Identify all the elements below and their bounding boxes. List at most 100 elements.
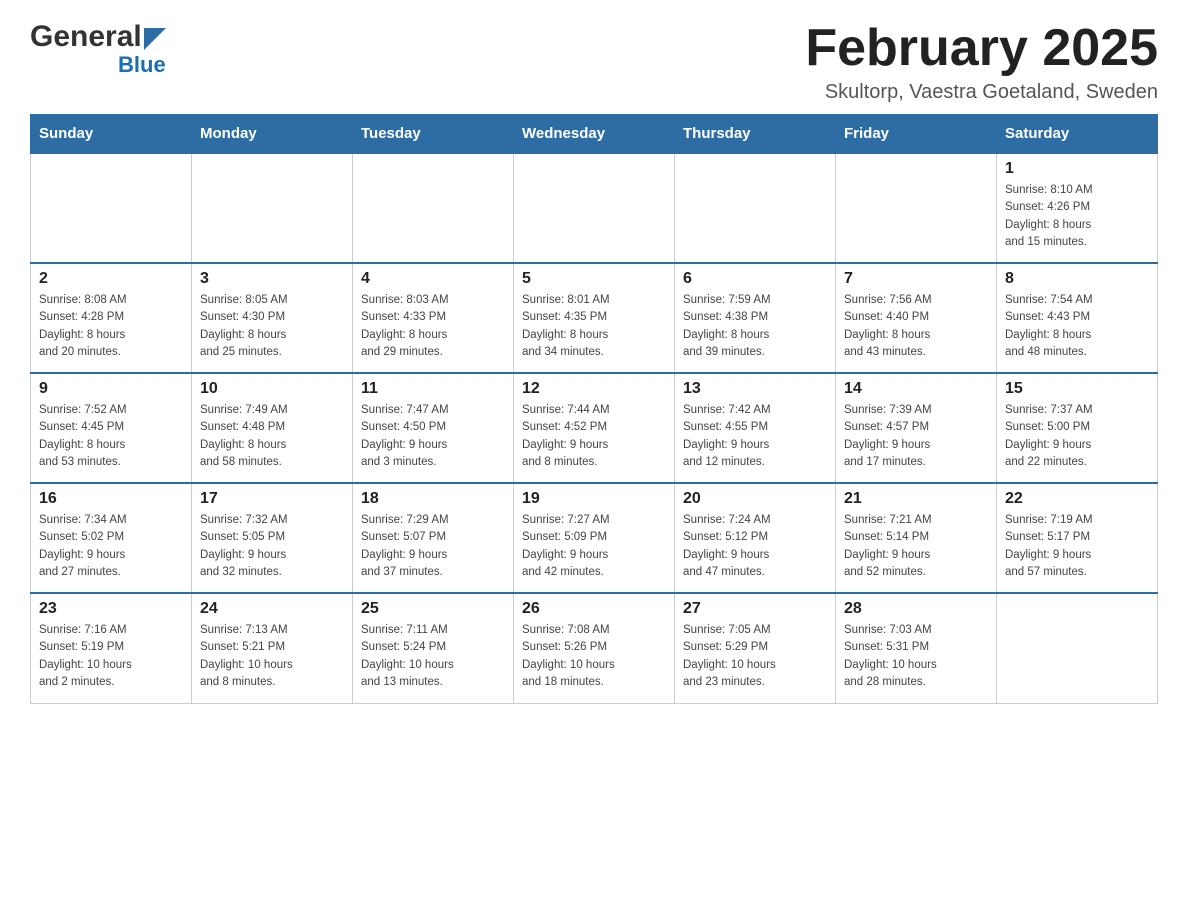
day-number: 26: [522, 600, 666, 618]
day-number: 19: [522, 490, 666, 508]
day-number: 12: [522, 380, 666, 398]
day-number: 17: [200, 490, 344, 508]
calendar-cell: 8Sunrise: 7:54 AMSunset: 4:43 PMDaylight…: [997, 263, 1158, 373]
day-info: Sunrise: 7:59 AMSunset: 4:38 PMDaylight:…: [683, 292, 827, 361]
day-number: 9: [39, 380, 183, 398]
day-info: Sunrise: 7:11 AMSunset: 5:24 PMDaylight:…: [361, 622, 505, 691]
calendar-cell: [31, 153, 192, 263]
day-number: 16: [39, 490, 183, 508]
calendar-cell: 20 Sunrise: 7:24 AMSunset: 5:12 PMDayligh…: [675, 483, 836, 593]
day-info: Sunrise: 7:47 AMSunset: 4:50 PMDaylight:…: [361, 402, 505, 471]
day-info: Sunrise: 7:42 AMSunset: 4:55 PMDaylight:…: [683, 402, 827, 471]
day-info: Sunrise: 7:37 AMSunset: 5:00 PMDaylight:…: [1005, 402, 1149, 471]
calendar-cell: 18 Sunrise: 7:29 AMSunset: 5:07 PMDayligh…: [353, 483, 514, 593]
calendar-cell: 6 Sunrise: 7:59 AMSunset: 4:38 PMDaylight…: [675, 263, 836, 373]
col-wednesday: Wednesday: [514, 115, 675, 154]
day-info: Sunrise: 7:39 AMSunset: 4:57 PMDaylight:…: [844, 402, 988, 471]
calendar-cell: 5Sunrise: 8:01 AMSunset: 4:35 PMDaylight…: [514, 263, 675, 373]
calendar-cell: 12 Sunrise: 7:44 AMSunset: 4:52 PMDayligh…: [514, 373, 675, 483]
day-info: Sunrise: 7:54 AMSunset: 4:43 PMDaylight:…: [1005, 292, 1149, 361]
day-info: Sunrise: 7:32 AMSunset: 5:05 PMDaylight:…: [200, 512, 344, 581]
title-block: February 2025 Skultorp, Vaestra Goetalan…: [805, 20, 1158, 104]
calendar-cell: [192, 153, 353, 263]
location-text: Skultorp, Vaestra Goetaland, Sweden: [805, 81, 1158, 104]
day-number: 23: [39, 600, 183, 618]
calendar-cell: 19 Sunrise: 7:27 AMSunset: 5:09 PMDayligh…: [514, 483, 675, 593]
week-row-2: 9 Sunrise: 7:52 AMSunset: 4:45 PMDaylight…: [31, 373, 1158, 483]
day-info: Sunrise: 7:24 AMSunset: 5:12 PMDaylight:…: [683, 512, 827, 581]
day-number: 24: [200, 600, 344, 618]
calendar-cell: [675, 153, 836, 263]
day-number: 28: [844, 600, 988, 618]
calendar-cell: 2Sunrise: 8:08 AMSunset: 4:28 PMDaylight…: [31, 263, 192, 373]
day-number: 13: [683, 380, 827, 398]
day-info: Sunrise: 8:10 AMSunset: 4:26 PMDaylight:…: [1005, 182, 1149, 251]
calendar-cell: [514, 153, 675, 263]
day-info: Sunrise: 7:29 AMSunset: 5:07 PMDaylight:…: [361, 512, 505, 581]
logo-triangle: [144, 28, 166, 50]
day-info: Sunrise: 7:44 AMSunset: 4:52 PMDaylight:…: [522, 402, 666, 471]
col-friday: Friday: [836, 115, 997, 154]
day-number: 1: [1005, 160, 1149, 178]
day-info: Sunrise: 7:52 AMSunset: 4:45 PMDaylight:…: [39, 402, 183, 471]
calendar-header-row: Sunday Monday Tuesday Wednesday Thursday…: [31, 115, 1158, 154]
calendar-cell: 27 Sunrise: 7:05 AMSunset: 5:29 PMDayligh…: [675, 593, 836, 703]
day-info: Sunrise: 7:49 AMSunset: 4:48 PMDaylight:…: [200, 402, 344, 471]
day-info: Sunrise: 7:27 AMSunset: 5:09 PMDaylight:…: [522, 512, 666, 581]
day-info: Sunrise: 7:21 AMSunset: 5:14 PMDaylight:…: [844, 512, 988, 581]
logo-general-text: General: [30, 20, 142, 54]
month-title: February 2025: [805, 20, 1158, 77]
calendar-cell: 4Sunrise: 8:03 AMSunset: 4:33 PMDaylight…: [353, 263, 514, 373]
day-number: 27: [683, 600, 827, 618]
day-info: Sunrise: 8:01 AMSunset: 4:35 PMDaylight:…: [522, 292, 666, 361]
day-number: 20: [683, 490, 827, 508]
calendar-cell: 7Sunrise: 7:56 AMSunset: 4:40 PMDaylight…: [836, 263, 997, 373]
day-number: 14: [844, 380, 988, 398]
calendar-cell: 15 Sunrise: 7:37 AMSunset: 5:00 PMDayligh…: [997, 373, 1158, 483]
day-info: Sunrise: 7:56 AMSunset: 4:40 PMDaylight:…: [844, 292, 988, 361]
calendar-cell: 17 Sunrise: 7:32 AMSunset: 5:05 PMDayligh…: [192, 483, 353, 593]
day-info: Sunrise: 7:19 AMSunset: 5:17 PMDaylight:…: [1005, 512, 1149, 581]
week-row-1: 2Sunrise: 8:08 AMSunset: 4:28 PMDaylight…: [31, 263, 1158, 373]
calendar-cell: [997, 593, 1158, 703]
day-info: Sunrise: 7:13 AMSunset: 5:21 PMDaylight:…: [200, 622, 344, 691]
calendar-table: Sunday Monday Tuesday Wednesday Thursday…: [30, 114, 1158, 704]
page-header: General Blue February 2025 Skultorp, Vae…: [30, 20, 1158, 104]
col-saturday: Saturday: [997, 115, 1158, 154]
day-info: Sunrise: 7:08 AMSunset: 5:26 PMDaylight:…: [522, 622, 666, 691]
day-number: 3: [200, 270, 344, 288]
week-row-4: 23Sunrise: 7:16 AMSunset: 5:19 PMDayligh…: [31, 593, 1158, 703]
calendar-cell: 28 Sunrise: 7:03 AMSunset: 5:31 PMDayligh…: [836, 593, 997, 703]
day-info: Sunrise: 7:05 AMSunset: 5:29 PMDaylight:…: [683, 622, 827, 691]
calendar-cell: 9 Sunrise: 7:52 AMSunset: 4:45 PMDaylight…: [31, 373, 192, 483]
calendar-cell: 10Sunrise: 7:49 AMSunset: 4:48 PMDayligh…: [192, 373, 353, 483]
day-number: 22: [1005, 490, 1149, 508]
day-info: Sunrise: 8:03 AMSunset: 4:33 PMDaylight:…: [361, 292, 505, 361]
calendar-cell: 23Sunrise: 7:16 AMSunset: 5:19 PMDayligh…: [31, 593, 192, 703]
calendar-cell: [836, 153, 997, 263]
calendar-cell: 1 Sunrise: 8:10 AMSunset: 4:26 PMDaylight…: [997, 153, 1158, 263]
calendar-cell: 11 Sunrise: 7:47 AMSunset: 4:50 PMDayligh…: [353, 373, 514, 483]
calendar-cell: 26 Sunrise: 7:08 AMSunset: 5:26 PMDayligh…: [514, 593, 675, 703]
col-sunday: Sunday: [31, 115, 192, 154]
day-info: Sunrise: 7:03 AMSunset: 5:31 PMDaylight:…: [844, 622, 988, 691]
calendar-cell: 13 Sunrise: 7:42 AMSunset: 4:55 PMDayligh…: [675, 373, 836, 483]
week-row-3: 16Sunrise: 7:34 AMSunset: 5:02 PMDayligh…: [31, 483, 1158, 593]
day-info: Sunrise: 8:05 AMSunset: 4:30 PMDaylight:…: [200, 292, 344, 361]
logo-blue-text: Blue: [118, 52, 166, 78]
calendar-cell: 24 Sunrise: 7:13 AMSunset: 5:21 PMDayligh…: [192, 593, 353, 703]
day-number: 2: [39, 270, 183, 288]
logo: General Blue: [30, 20, 166, 78]
day-number: 6: [683, 270, 827, 288]
week-row-0: 1 Sunrise: 8:10 AMSunset: 4:26 PMDaylight…: [31, 153, 1158, 263]
day-number: 21: [844, 490, 988, 508]
calendar-cell: 3 Sunrise: 8:05 AMSunset: 4:30 PMDaylight…: [192, 263, 353, 373]
calendar-cell: [353, 153, 514, 263]
col-tuesday: Tuesday: [353, 115, 514, 154]
col-monday: Monday: [192, 115, 353, 154]
calendar-cell: 22 Sunrise: 7:19 AMSunset: 5:17 PMDayligh…: [997, 483, 1158, 593]
day-number: 15: [1005, 380, 1149, 398]
day-number: 18: [361, 490, 505, 508]
day-number: 25: [361, 600, 505, 618]
day-number: 11: [361, 380, 505, 398]
